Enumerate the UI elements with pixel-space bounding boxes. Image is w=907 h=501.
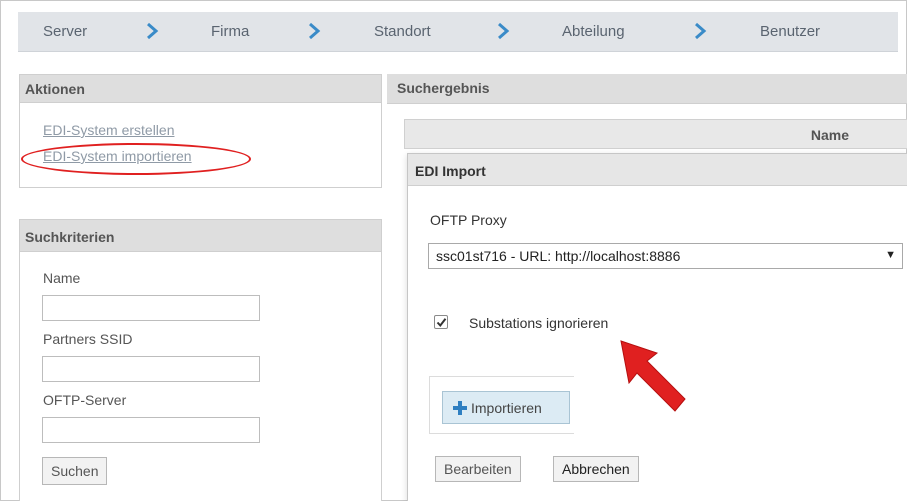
plus-icon: [453, 401, 467, 415]
import-button-label: Importieren: [471, 400, 542, 416]
name-label: Name: [43, 270, 81, 286]
substations-checkbox[interactable]: [434, 315, 448, 329]
import-button[interactable]: Importieren: [442, 391, 570, 424]
edi-import-dialog: EDI Import OFTP Proxy ssc01st716 - URL: …: [407, 153, 907, 501]
dialog-title: EDI Import: [408, 154, 907, 186]
oftp-proxy-select[interactable]: ssc01st716 - URL: http://localhost:8886 …: [428, 243, 903, 269]
annotation-arrow-icon: [620, 340, 686, 412]
breadcrumb-benutzer[interactable]: Benutzer: [760, 23, 820, 40]
app-frame: Server Firma Standort Abteilung Benutzer…: [0, 0, 907, 501]
chevron-right-icon: [498, 22, 510, 40]
actions-panel-title: Aktionen: [20, 75, 381, 103]
search-button[interactable]: Suchen: [42, 457, 108, 485]
oftp-proxy-label: OFTP Proxy: [430, 212, 507, 228]
chevron-right-icon: [147, 22, 159, 40]
results-title: Suchergebnis: [387, 74, 907, 104]
chevron-right-icon: [309, 22, 321, 40]
oftp-server-input[interactable]: [42, 417, 260, 443]
annotation-circle: [21, 143, 251, 175]
create-edi-system-link[interactable]: EDI-System erstellen: [43, 122, 174, 138]
column-header-name[interactable]: Name: [811, 127, 849, 143]
results-table-header: Name: [404, 119, 907, 149]
chevron-right-icon: [695, 22, 707, 40]
breadcrumb-abteilung[interactable]: Abteilung: [562, 23, 625, 40]
breadcrumb: Server Firma Standort Abteilung Benutzer: [18, 12, 898, 52]
dropdown-arrow-icon: ▼: [885, 249, 896, 261]
substations-checkbox-label[interactable]: Substations ignorieren: [469, 315, 608, 331]
breadcrumb-server[interactable]: Server: [43, 23, 87, 40]
edit-button[interactable]: Bearbeiten: [435, 456, 521, 482]
breadcrumb-firma[interactable]: Firma: [211, 23, 249, 40]
oftp-proxy-selected-value: ssc01st716 - URL: http://localhost:8886: [436, 248, 681, 264]
breadcrumb-standort[interactable]: Standort: [374, 23, 431, 40]
partners-ssid-label: Partners SSID: [43, 331, 133, 347]
name-input[interactable]: [42, 295, 260, 321]
cancel-button[interactable]: Abbrechen: [553, 456, 639, 482]
checkmark-icon: [436, 318, 447, 328]
import-button-container: Importieren: [429, 376, 574, 434]
oftp-server-label: OFTP-Server: [43, 392, 127, 408]
search-panel-title: Suchkriterien: [20, 220, 381, 252]
partners-ssid-input[interactable]: [42, 356, 260, 382]
